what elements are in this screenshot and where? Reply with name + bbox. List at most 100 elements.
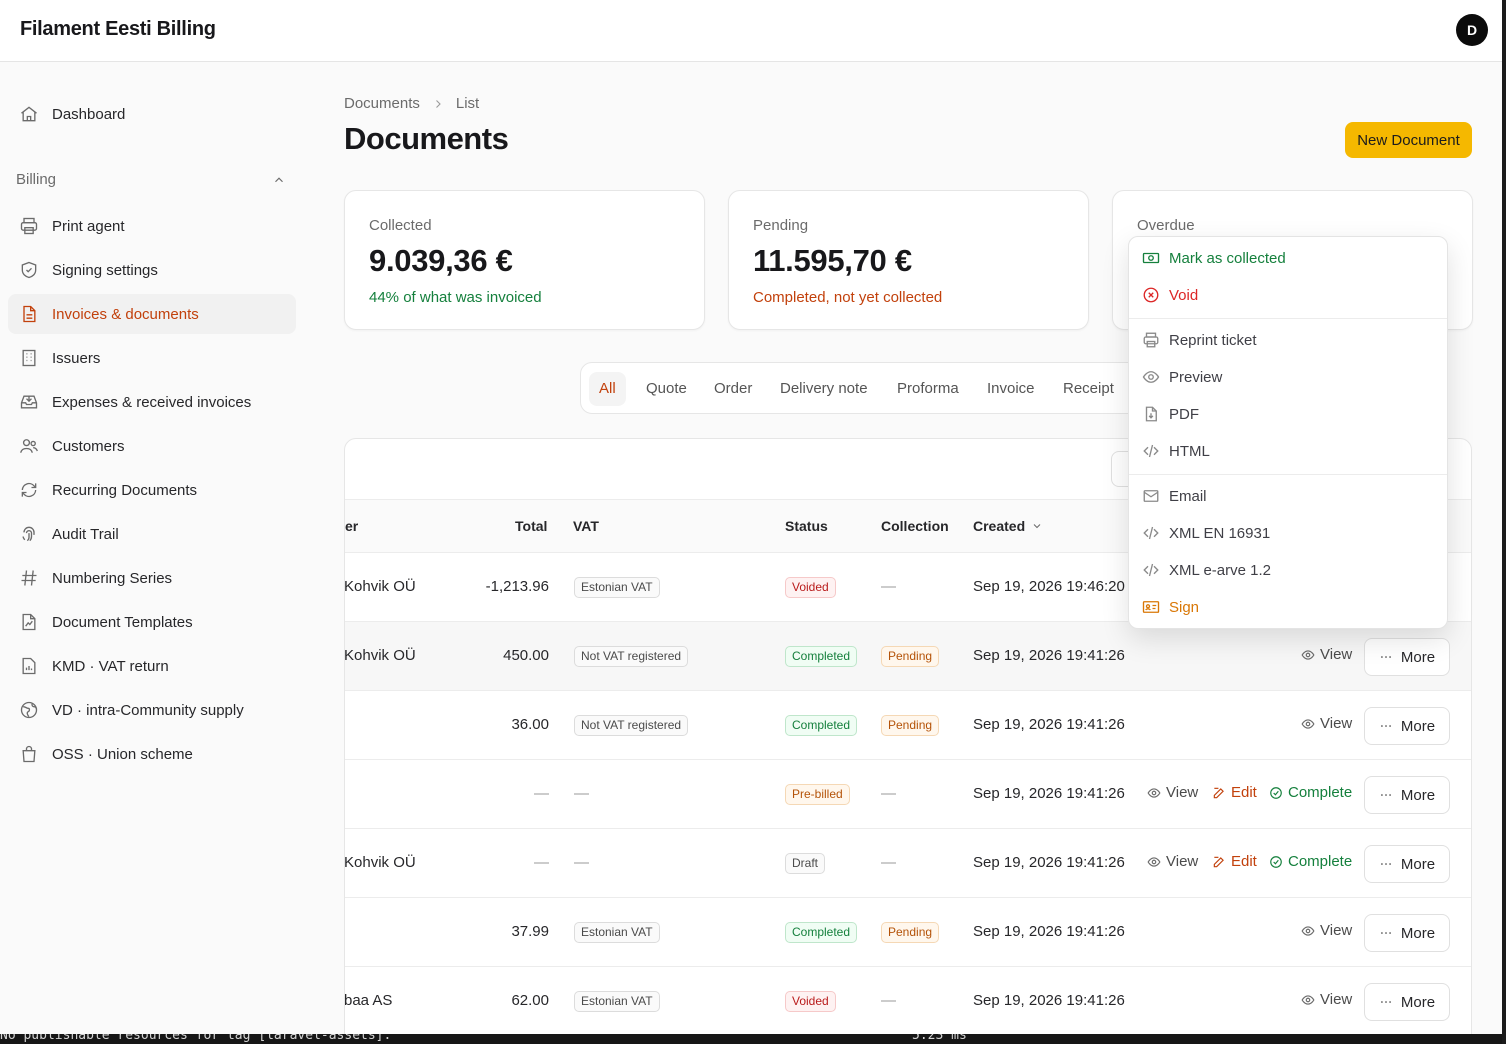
pencil-icon (1212, 786, 1226, 800)
complete-action[interactable]: Complete (1269, 784, 1352, 801)
more-button[interactable]: More (1364, 776, 1450, 814)
terminal-timing: 5.23 ms (912, 1034, 967, 1043)
menu-item-pdf[interactable]: PDF (1129, 398, 1447, 430)
column-total[interactable]: Total (515, 518, 547, 534)
sidebar-item-kmd-vat-return[interactable]: KMD · VAT return (8, 646, 296, 686)
menu-item-void[interactable]: Void (1129, 279, 1447, 311)
more-button[interactable]: More (1364, 707, 1450, 745)
sidebar-item-label: Print agent (52, 217, 125, 235)
eye-icon (1301, 924, 1315, 938)
cell-created: Sep 19, 2026 19:41:26 (973, 854, 1125, 871)
column-vat[interactable]: VAT (573, 518, 599, 534)
breadcrumb-documents[interactable]: Documents (344, 95, 420, 112)
user-avatar[interactable]: D (1456, 14, 1488, 46)
sidebar-item-label: Issuers (52, 349, 101, 367)
tab-receipt[interactable]: Receipt (1053, 372, 1124, 406)
sidebar-item-audit-trail[interactable]: Audit Trail (8, 514, 296, 554)
edit-action[interactable]: Edit (1212, 784, 1257, 801)
view-action[interactable]: View (1147, 784, 1198, 801)
column-collection[interactable]: Collection (881, 518, 949, 534)
sidebar-item-document-templates[interactable]: Document Templates (8, 602, 296, 642)
eye-icon (1147, 786, 1161, 800)
menu-item-xml-en16931[interactable]: XML EN 16931 (1129, 517, 1447, 549)
view-action[interactable]: View (1301, 715, 1352, 732)
terminal-line: No publishable resources for tag [larave… (0, 1034, 392, 1043)
menu-item-sign[interactable]: Sign (1129, 591, 1447, 623)
column-status[interactable]: Status (785, 518, 828, 534)
sidebar-item-label: Expenses & received invoices (52, 393, 252, 411)
identification-icon (1141, 597, 1161, 617)
menu-item-preview[interactable]: Preview (1129, 361, 1447, 393)
tab-all[interactable]: All (589, 372, 626, 406)
edit-action[interactable]: Edit (1212, 853, 1257, 870)
shield-check-icon (18, 259, 40, 281)
globe-icon (18, 699, 40, 721)
ellipsis-icon (1379, 719, 1393, 733)
more-button[interactable]: More (1364, 914, 1450, 952)
sidebar-item-recurring-documents[interactable]: Recurring Documents (8, 470, 296, 510)
sidebar-item-issuers[interactable]: Issuers (8, 338, 296, 378)
view-label: View (1166, 784, 1199, 801)
view-label: View (1320, 715, 1353, 732)
chevron-up-icon[interactable] (272, 173, 286, 187)
menu-item-label: Sign (1169, 598, 1200, 616)
more-label: More (1400, 648, 1436, 666)
more-button[interactable]: More (1364, 845, 1450, 883)
menu-item-mark-as-collected[interactable]: Mark as collected (1129, 242, 1447, 274)
complete-action[interactable]: Complete (1269, 853, 1352, 870)
new-document-button[interactable]: New Document (1345, 122, 1472, 158)
table-row[interactable]: baa AS 62.00 Estonian VAT Voided — Sep 1… (344, 967, 1471, 1036)
cell-customer: baa AS (344, 992, 393, 1009)
vat-badge: Estonian VAT (574, 991, 660, 1012)
sidebar-item-expenses[interactable]: Expenses & received invoices (8, 382, 296, 422)
menu-item-xml-earve[interactable]: XML e-arve 1.2 (1129, 554, 1447, 586)
cell-total: — (534, 785, 549, 802)
app-title[interactable]: Filament Eesti Billing (20, 18, 216, 41)
tab-quote[interactable]: Quote (636, 372, 697, 406)
table-row[interactable]: 36.00 Not VAT registered Completed Pendi… (345, 691, 1471, 760)
sidebar-item-label: KMD · VAT return (52, 657, 169, 675)
cell-vat: — (574, 854, 589, 871)
sidebar-item-customers[interactable]: Customers (8, 426, 296, 466)
eye-icon (1147, 855, 1161, 869)
more-button[interactable]: More (1364, 638, 1450, 676)
printer-icon (1141, 330, 1161, 350)
breadcrumb: Documents List (344, 95, 479, 112)
tab-proforma[interactable]: Proforma (887, 372, 969, 406)
sidebar-item-vd-supply[interactable]: VD · intra-Community supply (8, 690, 296, 730)
cell-created: Sep 19, 2026 19:41:26 (973, 716, 1125, 733)
view-action[interactable]: View (1301, 922, 1352, 939)
status-badge: Draft (785, 853, 826, 874)
tab-invoice[interactable]: Invoice (977, 372, 1045, 406)
sidebar-item-signing-settings[interactable]: Signing settings (8, 250, 296, 290)
view-action[interactable]: View (1147, 853, 1198, 870)
table-row[interactable]: 37.99 Estonian VAT Completed Pending Sep… (345, 898, 1471, 967)
view-label: View (1320, 922, 1353, 939)
collected-subtext: 44% of what was invoiced (369, 289, 542, 306)
view-label: View (1320, 991, 1353, 1008)
menu-item-reprint-ticket[interactable]: Reprint ticket (1129, 324, 1447, 356)
view-action[interactable]: View (1301, 991, 1352, 1008)
sidebar-item-dashboard[interactable]: Dashboard (8, 94, 296, 134)
menu-item-html[interactable]: HTML (1129, 435, 1447, 467)
collected-value: 9.039,36 € (369, 243, 513, 278)
status-badge: Completed (785, 715, 858, 736)
table-row[interactable]: — — Pre-billed — Sep 19, 2026 19:41:26 V… (345, 760, 1471, 829)
menu-item-email[interactable]: Email (1129, 480, 1447, 512)
sidebar-item-oss-union-scheme[interactable]: OSS · Union scheme (8, 734, 296, 774)
menu-item-label: Void (1169, 286, 1199, 304)
cell-customer: Kohvik OÜ (344, 854, 416, 871)
ellipsis-icon (1379, 857, 1393, 871)
tab-order[interactable]: Order (704, 372, 762, 406)
view-action[interactable]: View (1301, 646, 1352, 663)
more-button[interactable]: More (1364, 983, 1450, 1021)
column-customer[interactable]: er (345, 518, 358, 534)
billing-group-header[interactable]: Billing (16, 171, 286, 191)
table-row[interactable]: Kohvik OÜ 450.00 Not VAT registered Comp… (345, 622, 1471, 691)
tab-delivery-note[interactable]: Delivery note (770, 372, 878, 406)
sidebar-item-invoices-documents[interactable]: Invoices & documents (8, 294, 296, 334)
column-created[interactable]: Created (973, 518, 1043, 534)
sidebar-item-print-agent[interactable]: Print agent (8, 206, 296, 246)
table-row[interactable]: Kohvik OÜ — — Draft — Sep 19, 2026 19:41… (344, 829, 1471, 898)
sidebar-item-numbering-series[interactable]: Numbering Series (8, 558, 296, 598)
